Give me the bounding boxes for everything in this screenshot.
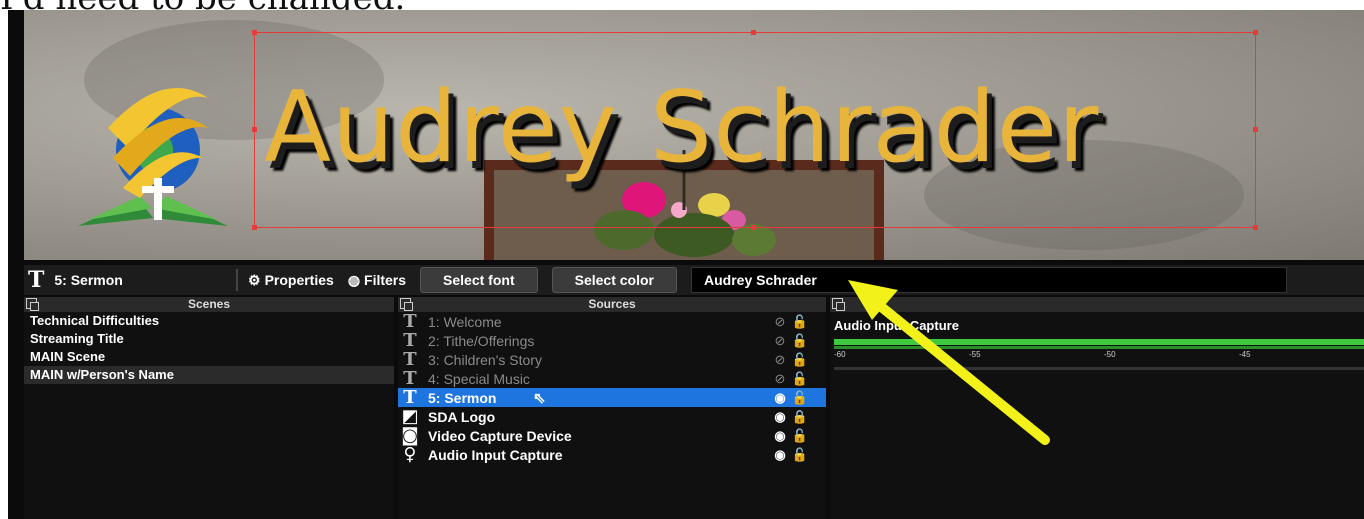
annotation-arrow-icon [848,280,1050,445]
